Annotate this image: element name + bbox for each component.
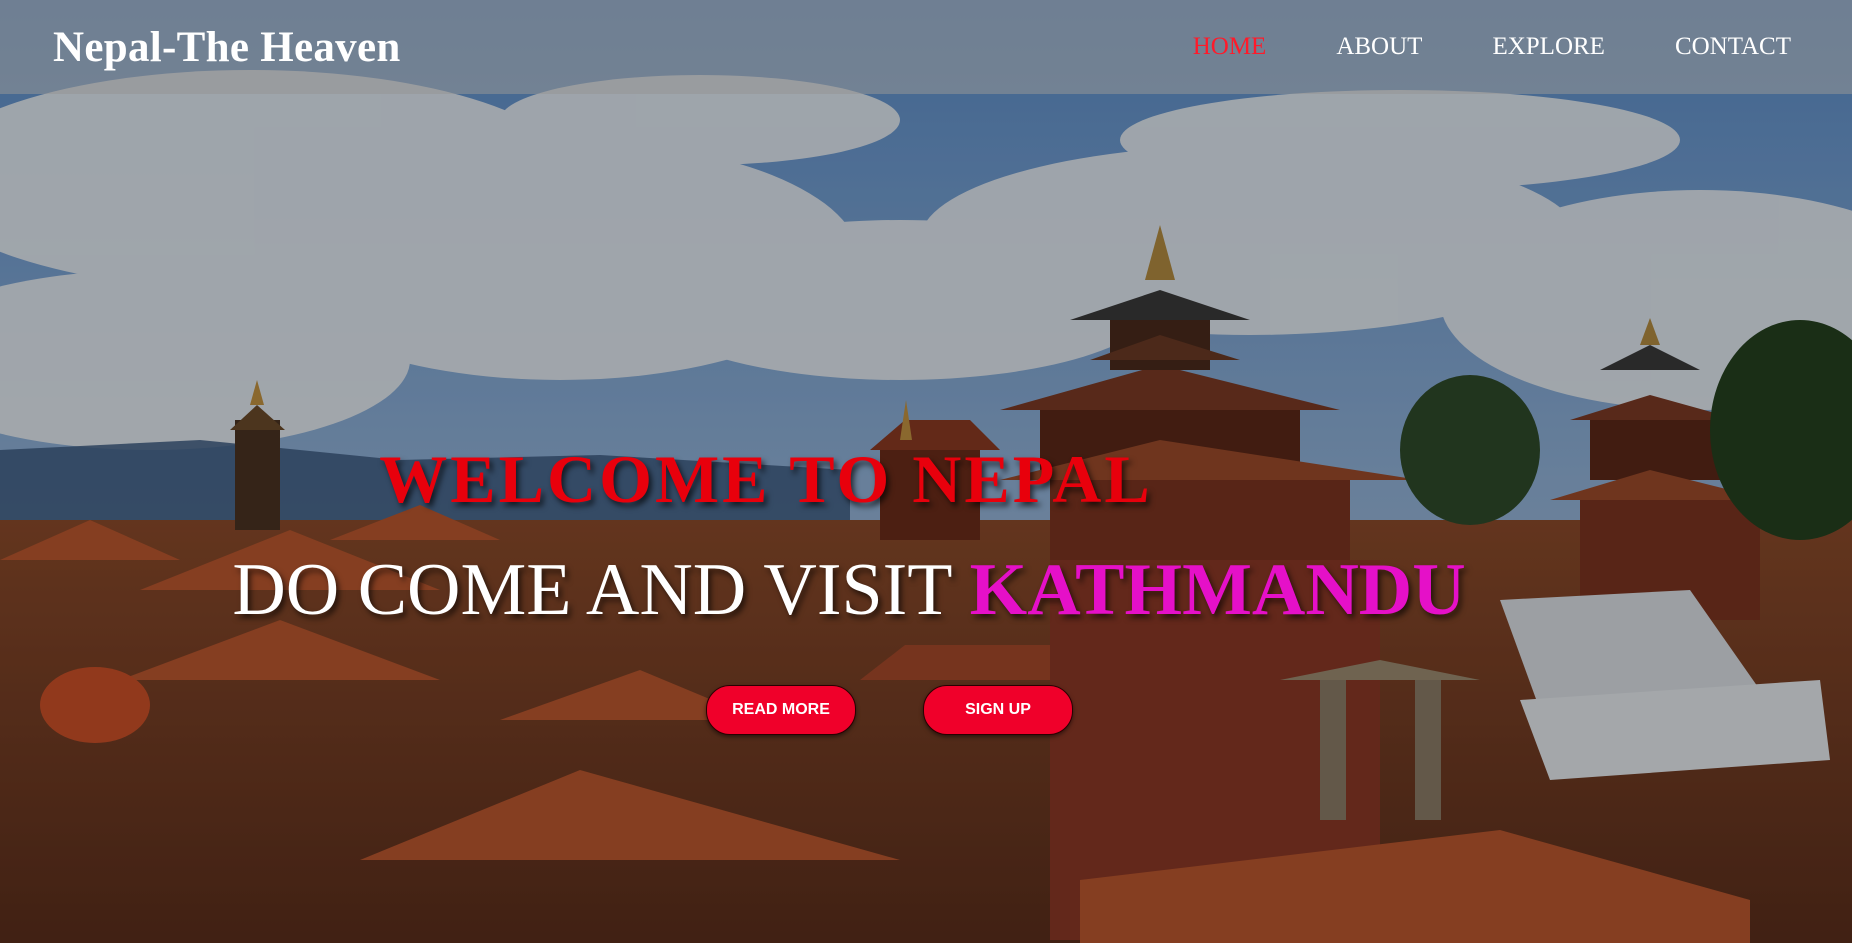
- nav-link-explore[interactable]: EXPLORE: [1492, 33, 1605, 61]
- nav-link-contact[interactable]: CONTACT: [1675, 33, 1791, 61]
- sign-up-button[interactable]: SIGN UP: [923, 685, 1073, 735]
- nav-link-about[interactable]: ABOUT: [1336, 33, 1422, 61]
- top-navbar: Nepal-The Heaven HOME ABOUT EXPLORE CONT…: [0, 0, 1852, 94]
- hero-headline: WELCOME TO NEPAL: [379, 441, 1153, 517]
- brand-logo-text[interactable]: Nepal-The Heaven: [53, 23, 401, 72]
- subheadline-highlight: KATHMANDU: [969, 549, 1466, 631]
- hero-subheadline: DO COME AND VISIT KATHMANDU: [0, 548, 1775, 633]
- read-more-button[interactable]: READ MORE: [706, 685, 856, 735]
- nav-link-home[interactable]: HOME: [1193, 33, 1267, 61]
- nav-links: HOME ABOUT EXPLORE CONTACT: [1123, 33, 1791, 61]
- subheadline-prefix: DO COME AND VISIT: [232, 549, 970, 631]
